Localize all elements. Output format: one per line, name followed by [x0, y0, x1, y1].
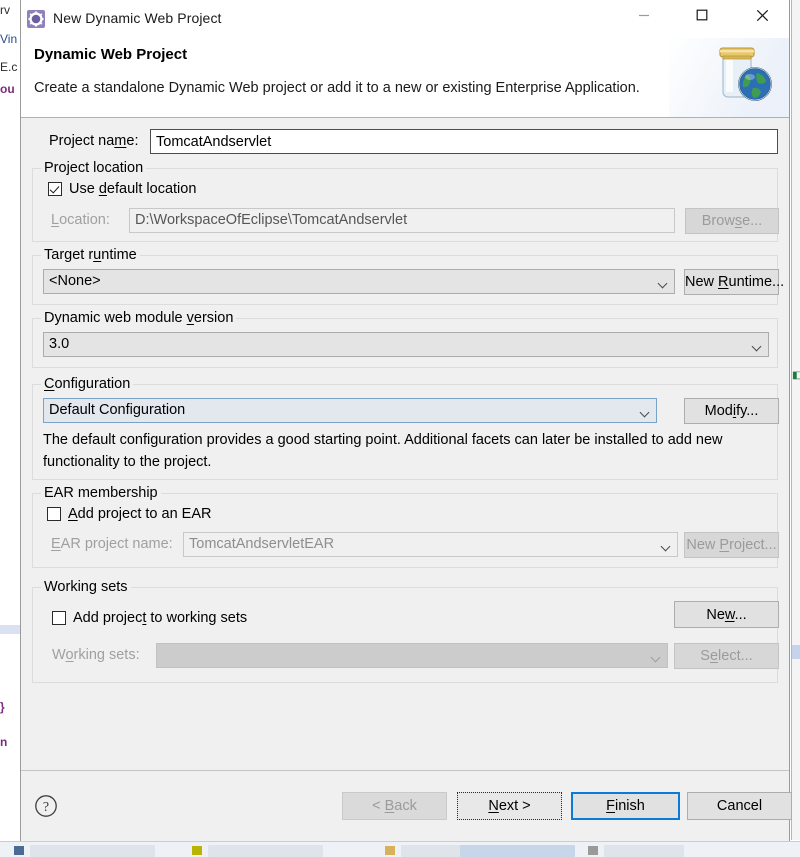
taskbar-icon[interactable] [588, 846, 598, 855]
module-version-group: Dynamic web module version 3.0 [32, 310, 778, 368]
use-default-location-checkbox[interactable]: Use default location [48, 181, 196, 197]
location-input: D:\WorkspaceOfEclipse\TomcatAndservlet [129, 208, 675, 233]
taskbar-button[interactable] [401, 845, 461, 857]
configuration-combo[interactable]: Default Configuration [43, 398, 657, 423]
target-runtime-combo[interactable]: <None> [43, 269, 675, 294]
eclipse-wizard-gear-icon [26, 9, 46, 29]
working-sets-group: Working sets Add project to working sets… [32, 579, 779, 683]
close-button[interactable] [739, 0, 785, 30]
configuration-group: Configuration Default Configuration Modi… [32, 376, 779, 480]
project-name-input[interactable] [150, 129, 778, 154]
background-code-text: Vin [0, 32, 18, 46]
checkbox-box [47, 507, 61, 521]
target-runtime-group-label: Target runtime [41, 247, 140, 263]
checkbox-box [48, 182, 62, 196]
background-code-text: E.c [0, 60, 18, 74]
browse-button: Browse... [685, 208, 779, 234]
dialog-titlebar[interactable]: New Dynamic Web Project [21, 0, 789, 38]
select-working-set-button: Select... [674, 643, 779, 669]
add-project-to-working-sets-label: Add project to working sets [73, 610, 248, 626]
overview-ruler-marker-blue [792, 645, 800, 659]
add-project-to-working-sets-checkbox[interactable]: Add project to working sets [52, 610, 247, 626]
taskbar-icon[interactable] [192, 846, 202, 855]
dialog-button-bar: ? < Back Next > Finish Cancel [21, 770, 792, 841]
modify-button[interactable]: Modify... [684, 398, 779, 424]
next-button[interactable]: Next > [457, 792, 562, 820]
wizard-page-description: Create a standalone Dynamic Web project … [34, 80, 640, 96]
working-sets-label: Working sets: [52, 647, 140, 663]
overview-ruler-marker-green: ◧≡ [792, 370, 800, 381]
wizard-page-title: Dynamic Web Project [34, 46, 188, 63]
add-project-to-ear-label: Add project to an EAR [68, 506, 212, 522]
project-location-group-label: Project location [41, 160, 147, 176]
module-version-group-label: Dynamic web module version [41, 310, 237, 326]
maximize-button[interactable] [679, 0, 725, 30]
wizard-page-content: Project name: Project location Use defau… [21, 118, 789, 770]
use-default-location-label: Use default location [69, 181, 197, 197]
chevron-down-icon [652, 654, 661, 659]
chevron-down-icon [641, 409, 650, 414]
configuration-value: Default Configuration [49, 402, 186, 418]
taskbar-button-active[interactable] [460, 845, 575, 857]
target-runtime-group: Target runtime <None> New Runtime... [32, 247, 784, 305]
ear-project-name-value: TomcatAndservletEAR [189, 536, 335, 552]
ear-project-name-label: EAR project name: [51, 536, 173, 552]
minimize-button[interactable] [621, 0, 667, 30]
editor-right-overview-ruler[interactable] [791, 0, 800, 840]
cancel-button[interactable]: Cancel [687, 792, 792, 820]
jar-with-globe-icon [707, 40, 779, 106]
new-working-set-button[interactable]: New... [674, 601, 779, 628]
working-sets-combo [156, 643, 668, 668]
project-name-row: Project name: [32, 129, 778, 155]
taskbar-icon[interactable] [385, 846, 395, 855]
dialog-title: New Dynamic Web Project [53, 10, 222, 26]
maximize-icon [696, 9, 708, 21]
svg-text:?: ? [43, 800, 49, 815]
back-button: < Back [342, 792, 447, 820]
target-runtime-value: <None> [49, 273, 101, 289]
background-code-text: } [0, 700, 5, 714]
help-question-icon[interactable]: ? [34, 794, 58, 818]
configuration-description: The default configuration provides a goo… [43, 432, 723, 470]
background-highlight [0, 625, 20, 634]
checkbox-box [52, 611, 66, 625]
close-icon [756, 9, 768, 21]
chevron-down-icon [662, 543, 671, 548]
new-dynamic-web-project-dialog: New Dynamic Web Project Dynamic Web Proj… [20, 0, 792, 841]
taskbar-button[interactable] [604, 845, 684, 857]
new-runtime-button[interactable]: New Runtime... [684, 269, 784, 295]
minimize-icon [639, 14, 649, 17]
project-location-group: Project location Use default location Lo… [32, 160, 779, 242]
chevron-down-icon [659, 280, 668, 285]
taskbar-button[interactable] [30, 845, 155, 857]
working-sets-group-label: Working sets [41, 579, 131, 595]
module-version-value: 3.0 [49, 336, 70, 352]
background-code-text: ou [0, 82, 15, 96]
ear-membership-group-label: EAR membership [41, 485, 161, 501]
taskbar-button[interactable] [208, 845, 323, 857]
background-code-text: rv [0, 3, 10, 17]
ear-membership-group: EAR membership Add project to an EAR EAR… [32, 485, 779, 568]
module-version-combo[interactable]: 3.0 [43, 332, 769, 357]
background-code-text: n [0, 735, 8, 749]
taskbar-icon[interactable] [14, 846, 24, 855]
location-label: Location: [51, 212, 110, 228]
add-project-to-ear-checkbox[interactable]: Add project to an EAR [47, 506, 211, 522]
wizard-header: Dynamic Web Project Create a standalone … [21, 38, 789, 118]
chevron-down-icon [753, 343, 762, 348]
configuration-group-label: Configuration [41, 376, 134, 392]
finish-button[interactable]: Finish [571, 792, 680, 820]
ear-project-name-combo: TomcatAndservletEAR [183, 532, 678, 557]
project-name-label: Project name: [49, 133, 139, 149]
windows-taskbar[interactable] [0, 841, 800, 857]
new-ear-project-button: New Project... [684, 532, 779, 558]
